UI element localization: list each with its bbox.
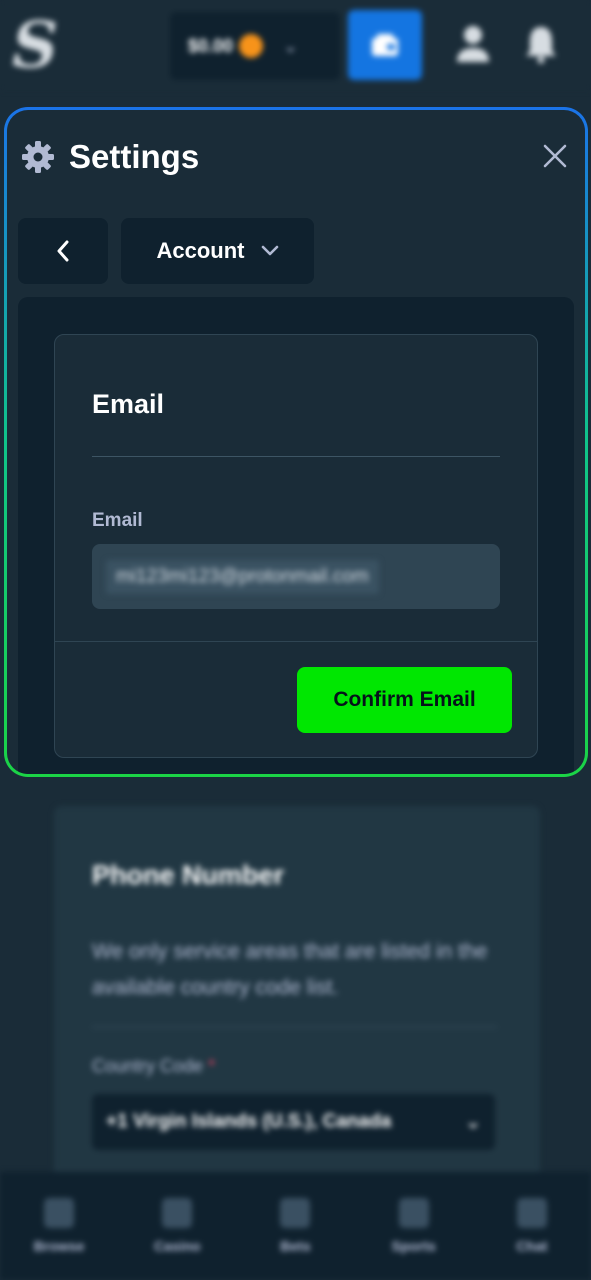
chevron-down-icon: ⌄ bbox=[283, 35, 299, 56]
divider bbox=[92, 456, 500, 457]
user-icon[interactable] bbox=[455, 24, 491, 64]
divider bbox=[92, 1026, 497, 1028]
close-icon bbox=[543, 144, 567, 168]
close-button[interactable] bbox=[539, 140, 571, 172]
email-card-title: Email bbox=[92, 389, 165, 419]
section-dropdown-label: Account bbox=[156, 238, 245, 263]
back-button[interactable] bbox=[18, 218, 108, 284]
site-logo[interactable]: S bbox=[12, 8, 58, 84]
chevron-down-icon: ⌄ bbox=[465, 1111, 481, 1133]
gear-icon bbox=[22, 141, 54, 173]
email-card: Email Email mi123mi123@protonmail.com Co… bbox=[54, 334, 538, 758]
chevron-down-icon bbox=[261, 245, 278, 256]
phone-number-description: We only service areas that are listed in… bbox=[92, 940, 488, 999]
email-field-label: Email bbox=[92, 510, 143, 531]
chevron-left-icon bbox=[57, 240, 69, 262]
email-field-value: mi123mi123@protonmail.com bbox=[106, 559, 379, 594]
sports-icon bbox=[398, 1198, 429, 1228]
wallet-balance: $0.00 bbox=[188, 35, 234, 56]
country-code-value: +1 Virgin Islands (U.S.), Canada bbox=[106, 1111, 392, 1132]
nav-item-sports[interactable]: Sports bbox=[364, 1198, 464, 1254]
browse-icon bbox=[44, 1198, 75, 1228]
bell-icon[interactable] bbox=[522, 24, 560, 64]
bets-icon bbox=[280, 1198, 311, 1228]
settings-modal: Settings Account Email Email mi123mi123@… bbox=[4, 107, 588, 777]
coin-icon bbox=[239, 34, 264, 58]
email-field[interactable]: mi123mi123@protonmail.com bbox=[92, 544, 500, 609]
nav-item-chat[interactable]: Chat bbox=[482, 1198, 582, 1254]
modal-title: Settings bbox=[69, 138, 200, 175]
casino-icon bbox=[162, 1198, 193, 1228]
nav-item-bets[interactable]: Bets bbox=[245, 1198, 345, 1254]
country-code-label-text: Country Code bbox=[92, 1056, 204, 1076]
country-code-label: Country Code * bbox=[92, 1056, 215, 1077]
confirm-email-button[interactable]: Confirm Email bbox=[297, 667, 512, 733]
nav-label: Browse bbox=[33, 1238, 85, 1254]
wallet-selector[interactable]: $0.00 ⌄ bbox=[170, 12, 340, 80]
country-code-select[interactable]: +1 Virgin Islands (U.S.), Canada ⌄ bbox=[92, 1094, 495, 1150]
modal-header: Settings bbox=[21, 138, 199, 176]
nav-item-browse[interactable]: Browse bbox=[9, 1198, 109, 1254]
nav-label: Bets bbox=[280, 1238, 311, 1254]
nav-label: Casino bbox=[153, 1238, 201, 1254]
required-marker: * bbox=[208, 1056, 216, 1076]
settings-modal-body: Settings Account Email Email mi123mi123@… bbox=[7, 110, 585, 774]
divider bbox=[55, 641, 537, 642]
bottom-nav: Browse Casino Bets Sports Chat bbox=[0, 1172, 591, 1280]
settings-content-panel: Email Email mi123mi123@protonmail.com Co… bbox=[18, 297, 574, 774]
settings-section-dropdown[interactable]: Account bbox=[121, 218, 314, 284]
nav-label: Sports bbox=[391, 1238, 436, 1254]
chat-icon bbox=[516, 1198, 547, 1228]
nav-item-casino[interactable]: Casino bbox=[127, 1198, 227, 1254]
wallet-button[interactable] bbox=[348, 10, 422, 80]
phone-number-title: Phone Number bbox=[92, 860, 285, 890]
nav-label: Chat bbox=[516, 1238, 548, 1254]
top-header: S $0.00 ⌄ bbox=[0, 0, 591, 90]
wallet-icon bbox=[372, 34, 398, 56]
